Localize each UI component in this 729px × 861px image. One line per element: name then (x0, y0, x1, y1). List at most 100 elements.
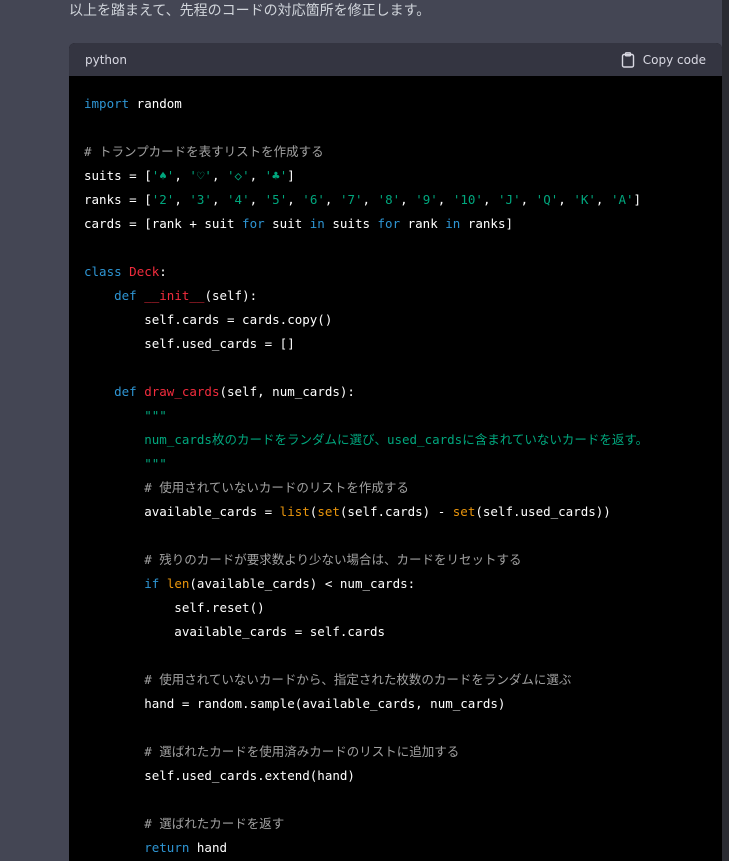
code-token: import (84, 96, 130, 111)
code-token: self.used_cards = [] (84, 336, 295, 351)
code-token: for (377, 216, 401, 231)
code-line: def __init__(self): (84, 284, 707, 308)
code-token: , (174, 192, 190, 207)
code-token: draw_cards (144, 384, 220, 399)
code-line: """ (84, 452, 707, 476)
code-token: Deck (129, 264, 160, 279)
code-header: python Copy code (69, 43, 722, 76)
intro-text: 以上を踏まえて、先程のコードの対応箇所を修正します。 (69, 3, 431, 19)
code-token: (self): (204, 288, 258, 303)
code-token: , (362, 192, 378, 207)
code-token: # トランプカードを表すリストを作成する (84, 144, 324, 159)
copy-code-button[interactable]: Copy code (621, 51, 706, 68)
code-line: def draw_cards(self, num_cards): (84, 380, 707, 404)
code-token: ranks] (460, 216, 514, 231)
code-token: # 選ばれたカードを使用済みカードのリストに追加する (144, 744, 460, 759)
code-token: , (211, 192, 228, 207)
code-token: '7' (339, 192, 363, 207)
code-token: self.reset() (84, 600, 265, 615)
code-token: , (174, 168, 190, 183)
code-token: '4' (227, 192, 250, 207)
code-line: # 使用されていないカードから、指定された枚数のカードをランダムに選ぶ (84, 668, 707, 692)
code-token: , (249, 192, 265, 207)
code-token: 'J' (498, 192, 521, 207)
code-token: if (144, 576, 160, 591)
code-line: self.cards = cards.copy() (84, 308, 707, 332)
code-token: available_cards = self.cards (84, 624, 386, 639)
code-line: class Deck: (84, 260, 707, 284)
code-token: # 選ばれたカードを返す (144, 816, 285, 831)
code-line: hand = random.sample(available_cards, nu… (84, 692, 707, 716)
code-token: , (520, 192, 536, 207)
code-token: """ (144, 408, 167, 423)
code-token: , (558, 192, 574, 207)
code-line: if len(available_cards) < num_cards: (84, 572, 707, 596)
code-token: random (129, 96, 182, 111)
code-line: return hand (84, 836, 707, 860)
code-token: suits (324, 216, 378, 231)
code-token: in (309, 216, 325, 231)
code-token: class (84, 264, 122, 279)
code-token: '3' (189, 192, 212, 207)
code-token: '10' (452, 192, 483, 207)
code-token: '6' (302, 192, 325, 207)
code-token: ] (633, 192, 642, 207)
code-token: '♡' (189, 168, 212, 183)
code-line: import random (84, 92, 707, 116)
code-body: import random # トランプカードを表すリストを作成する suits … (69, 76, 722, 860)
copy-code-label: Copy code (642, 52, 706, 67)
code-token: '◇' (227, 168, 250, 183)
code-token: ] (287, 168, 295, 183)
code-line: self.used_cards.extend(hand) (84, 764, 707, 788)
code-token: # 残りのカードが要求数より少ない場合は、カードをリセットする (144, 552, 522, 567)
code-token: cards = [rank + suit (84, 216, 243, 231)
code-token: '2' (151, 192, 175, 207)
code-token: '5' (264, 192, 288, 207)
code-token: def (114, 384, 137, 399)
code-token: list (279, 504, 310, 519)
code-token: '9' (415, 192, 438, 207)
code-token: # 使用されていないカードのリストを作成する (144, 480, 409, 495)
code-token: def (114, 288, 137, 303)
code-token: 'K' (573, 192, 596, 207)
code-token: suits = [ (84, 168, 152, 183)
code-token: len (166, 576, 190, 591)
code-token: , (482, 192, 499, 207)
code-line: self.reset() (84, 596, 707, 620)
code-token: return (144, 840, 190, 855)
page-scrollbar[interactable] (722, 0, 729, 861)
code-line: num_cards枚のカードをランダムに選び、used_cardsに含まれていな… (84, 428, 707, 452)
code-token: rank (400, 216, 446, 231)
code-line: available_cards = list(set(self.cards) -… (84, 500, 707, 524)
code-block: python Copy code import random # トランプカード… (69, 43, 722, 861)
code-line: # 残りのカードが要求数より少ない場合は、カードをリセットする (84, 548, 707, 572)
code-line: # 選ばれたカードを使用済みカードのリストに追加する (84, 740, 707, 764)
code-token: , (595, 192, 611, 207)
code-token: , (287, 192, 303, 207)
code-line: """ (84, 404, 707, 428)
code-token: 'Q' (535, 192, 559, 207)
code-token: (self.used_cards)) (475, 504, 611, 519)
code-token: hand = random.sample(available_cards, nu… (84, 696, 506, 711)
code-token: ranks = [ (84, 192, 152, 207)
code-token: available_cards = (84, 504, 280, 519)
code-token: self.used_cards.extend(hand) (84, 768, 355, 783)
code-token: num_cards枚のカードをランダムに選び、used_cardsに含まれていな… (144, 432, 649, 447)
code-line: cards = [rank + suit for suit in suits f… (84, 212, 707, 236)
